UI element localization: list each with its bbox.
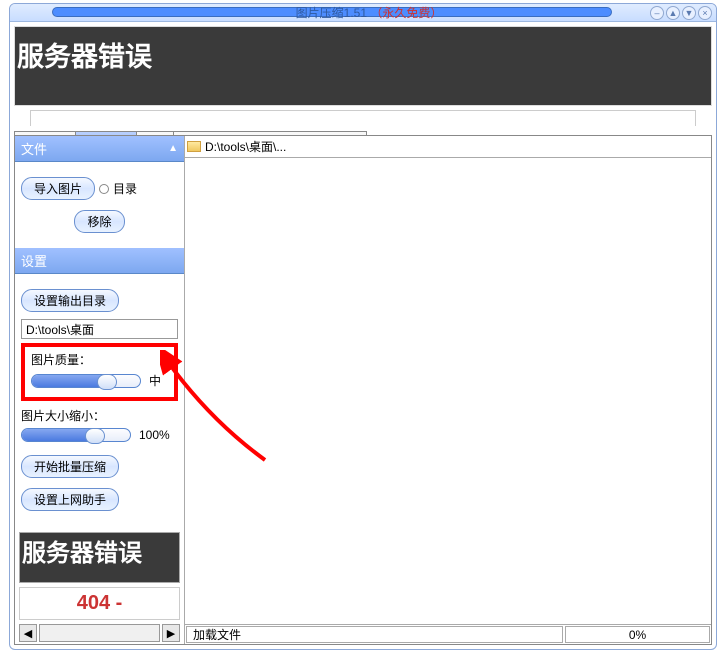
settings-panel-header[interactable]: 设置 xyxy=(15,248,184,274)
quality-slider[interactable] xyxy=(31,374,141,388)
app-window: 图片压缩1.51 （永久免费） – ▲ ▼ × 服务器错误 图片处理 批量压缩 … xyxy=(9,3,717,650)
window-title: 图片压缩1.51 （永久免费） xyxy=(16,4,717,21)
status-bar: 加载文件 0% xyxy=(185,624,711,644)
status-percent: 0% xyxy=(565,626,710,643)
dir-label: 目录 xyxy=(113,180,137,197)
settings-panel-body: 设置输出目录 图片质量： 中 图片大小缩小： xyxy=(15,274,184,526)
file-panel-title: 文件 xyxy=(21,139,47,158)
size-value: 100% xyxy=(139,428,170,442)
size-label: 图片大小缩小： xyxy=(21,407,178,424)
path-bar: D:\tools\桌面\... xyxy=(185,136,711,158)
sidebar-hscroll[interactable]: ◀ ▶ xyxy=(19,624,180,642)
ad-404-block: 404 - xyxy=(19,587,180,620)
scroll-right-icon[interactable]: ▶ xyxy=(162,624,180,642)
top-error-banner: 服务器错误 xyxy=(14,26,712,106)
dir-radio[interactable] xyxy=(99,184,109,194)
error-heading: 服务器错误 xyxy=(17,35,152,74)
file-panel-header[interactable]: 文件 ▲ xyxy=(15,136,184,162)
collapse-icon[interactable]: ▲ xyxy=(168,143,178,154)
scroll-track[interactable] xyxy=(39,624,160,642)
scroll-left-icon[interactable]: ◀ xyxy=(19,624,37,642)
folder-icon xyxy=(187,141,201,152)
quality-highlight: 图片质量： 中 xyxy=(21,343,178,401)
import-button[interactable]: 导入图片 xyxy=(21,177,95,200)
remove-button[interactable]: 移除 xyxy=(74,210,124,233)
file-panel-body: 导入图片 目录 移除 xyxy=(15,162,184,248)
quality-value: 中 xyxy=(149,372,161,389)
size-slider[interactable] xyxy=(21,428,131,442)
main-area: D:\tools\桌面\... 加载文件 0% xyxy=(185,136,711,644)
content-area: 文件 ▲ 导入图片 目录 移除 设置 设置输出目录 xyxy=(14,135,712,645)
start-compress-button[interactable]: 开始批量压缩 xyxy=(21,455,119,478)
preview-canvas xyxy=(185,158,711,624)
output-path-field[interactable] xyxy=(21,319,178,339)
sidebar: 文件 ▲ 导入图片 目录 移除 设置 设置输出目录 xyxy=(15,136,185,644)
quality-label: 图片质量： xyxy=(31,351,168,368)
path-text[interactable]: D:\tools\桌面\... xyxy=(205,138,286,155)
settings-panel-title: 设置 xyxy=(21,251,47,270)
status-label: 加载文件 xyxy=(186,626,563,643)
error-subframe xyxy=(30,110,696,126)
helper-button[interactable]: 设置上网助手 xyxy=(21,488,119,511)
titlebar[interactable]: 图片压缩1.51 （永久免费） – ▲ ▼ × xyxy=(10,4,716,22)
ad-error-block: 服务器错误 xyxy=(19,532,180,583)
output-dir-button[interactable]: 设置输出目录 xyxy=(21,289,119,312)
